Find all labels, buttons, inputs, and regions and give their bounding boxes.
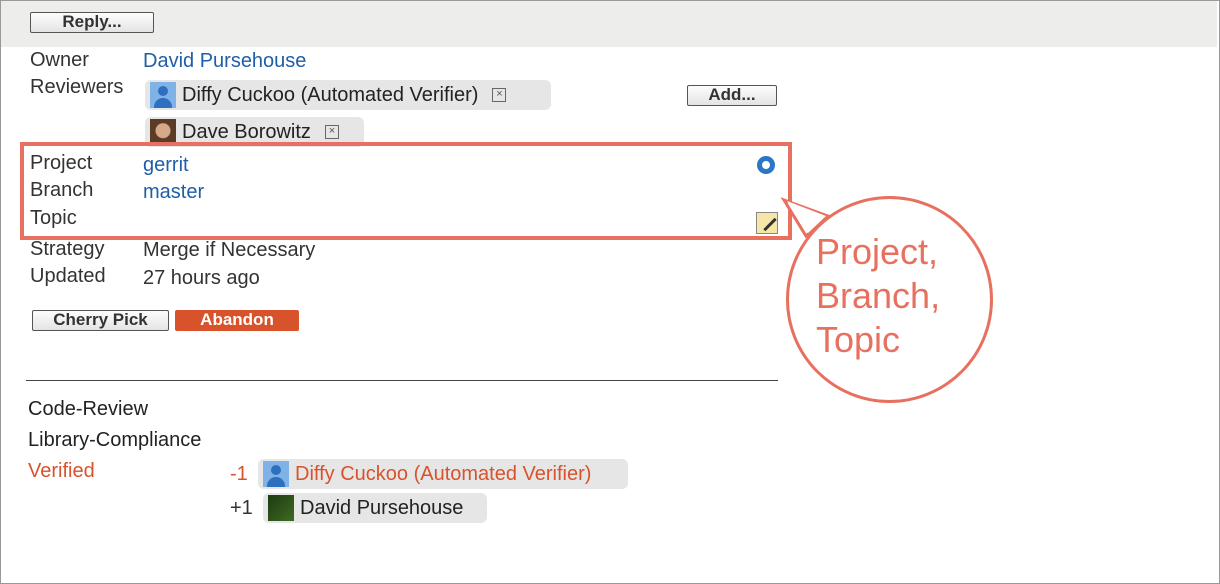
label-library-compliance: Library-Compliance: [28, 429, 202, 451]
abandon-button[interactable]: Abandon: [175, 310, 299, 331]
top-toolbar: [1, 1, 1217, 47]
callout-text: Project, Branch, Topic: [816, 231, 941, 360]
cherry-pick-button[interactable]: Cherry Pick: [32, 310, 169, 331]
person-icon: [263, 461, 289, 487]
divider: [26, 380, 778, 381]
label-code-review: Code-Review: [28, 398, 149, 420]
strategy-value: Merge if Necessary: [143, 239, 316, 261]
vote-user-chip[interactable]: Diffy Cuckoo (Automated Verifier): [258, 459, 628, 489]
add-reviewer-button[interactable]: Add...: [687, 85, 777, 106]
remove-reviewer-icon[interactable]: ×: [324, 125, 339, 139]
highlight-box: [20, 142, 792, 240]
reviewer-name: Dave Borowitz: [182, 120, 311, 143]
updated-label: Updated: [30, 265, 106, 287]
strategy-label: Strategy: [30, 238, 105, 260]
vote-user-chip[interactable]: David Pursehouse: [263, 493, 487, 523]
vote-user-name: Diffy Cuckoo (Automated Verifier): [295, 462, 592, 485]
updated-value: 27 hours ago: [143, 267, 260, 289]
vote-score: -1: [230, 463, 248, 485]
person-icon: [150, 82, 176, 108]
user-photo-avatar: [268, 495, 294, 521]
owner-label: Owner: [30, 49, 89, 71]
owner-link[interactable]: David Pursehouse: [143, 50, 306, 73]
reply-button[interactable]: Reply...: [30, 12, 154, 33]
reviewers-label: Reviewers: [30, 76, 124, 98]
label-verified: Verified: [28, 460, 95, 482]
vote-user-name: David Pursehouse: [300, 496, 464, 519]
reviewer-chip[interactable]: Diffy Cuckoo (Automated Verifier) ×: [145, 80, 551, 110]
remove-reviewer-icon[interactable]: ×: [492, 88, 507, 102]
vote-score: +1: [230, 497, 253, 519]
reviewer-name: Diffy Cuckoo (Automated Verifier): [182, 83, 479, 106]
